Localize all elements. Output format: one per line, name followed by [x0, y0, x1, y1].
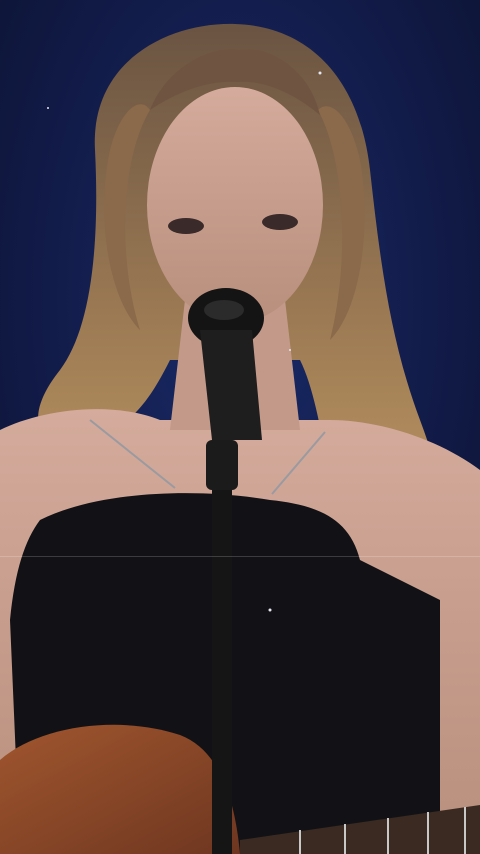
left-eye: [168, 218, 204, 234]
performance-photo: [0, 0, 480, 854]
face: [147, 87, 323, 323]
right-eye: [262, 214, 298, 230]
mic-clip: [206, 440, 238, 490]
video-scanline: [0, 556, 480, 557]
photo-frame: [0, 0, 480, 854]
